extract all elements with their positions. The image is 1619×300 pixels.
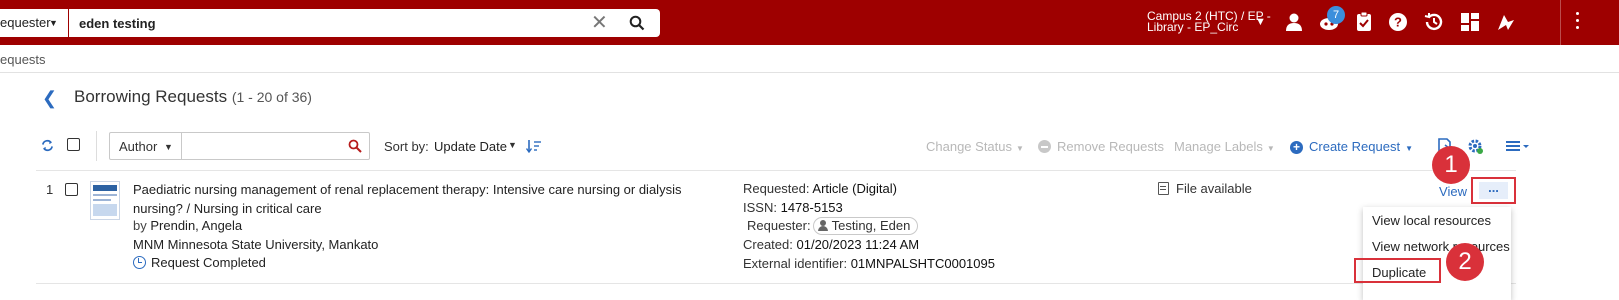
page-title: Borrowing Requests (1 - 20 of 36) [74, 87, 312, 107]
chevron-down-icon: ▼ [1016, 144, 1024, 153]
svg-text:?: ? [1394, 15, 1402, 30]
author-field-select[interactable]: Author ▼ [110, 133, 182, 159]
row-actions-menu: View local resources View network resour… [1363, 207, 1511, 300]
history-icon[interactable] [1423, 11, 1445, 33]
manage-labels-label: Manage Labels [1174, 139, 1263, 154]
institution: MNM Minnesota State University, Mankato [133, 237, 379, 252]
request-status-label: Request Completed [151, 255, 266, 270]
requested-label: Requested: [743, 181, 810, 196]
more-vertical-icon[interactable] [1576, 12, 1580, 34]
person-icon [817, 220, 828, 231]
request-title-link[interactable]: Paediatric nursing management of renal r… [133, 181, 723, 218]
row-checkbox[interactable] [65, 183, 78, 196]
sort-by-label: Sort by: [384, 139, 429, 154]
user-icon[interactable] [1283, 11, 1305, 33]
external-identifier: External identifier: 01MNPALSHTC0001095 [743, 256, 995, 271]
page-title-text: Borrowing Requests [74, 87, 228, 106]
issn: ISSN: 1478-5153 [743, 200, 843, 215]
divider [36, 283, 1516, 284]
divider [36, 170, 1516, 171]
search-input[interactable] [79, 9, 579, 37]
manage-labels-button[interactable]: Manage Labels ▼ [1174, 139, 1275, 154]
created-date: Created: 01/20/2023 11:24 AM [743, 237, 919, 252]
search-icon[interactable] [348, 139, 362, 153]
author-search-input[interactable] [184, 134, 344, 158]
author-line: by Prendin, Angela [133, 218, 242, 233]
chevron-down-icon: ▼ [164, 142, 173, 152]
requester-chip[interactable]: Testing, Eden [812, 217, 919, 235]
chevron-down-icon[interactable]: ▼ [508, 140, 517, 150]
divider [96, 131, 97, 161]
search-scope-label: equester [0, 15, 51, 30]
menu-item-view-network-resources[interactable]: View network resources [1372, 239, 1510, 254]
remove-requests-button[interactable]: Remove Requests [1038, 139, 1164, 154]
chevron-down-icon: ▼ [49, 18, 58, 28]
more-actions-button[interactable]: ... [1479, 181, 1508, 199]
chevron-down-icon: ▼ [1266, 144, 1275, 153]
created-value: 01/20/2023 11:24 AM [796, 237, 920, 252]
help-icon[interactable]: ? [1387, 11, 1409, 33]
file-status: File available [1158, 181, 1252, 196]
external-identifier-value: 01MNPALSHTC0001095 [850, 256, 995, 271]
request-status: Request Completed [133, 255, 266, 270]
external-identifier-label: External identifier: [743, 256, 848, 271]
minus-circle-icon [1038, 140, 1051, 153]
remove-requests-label: Remove Requests [1057, 139, 1164, 154]
chevron-down-icon: ▼ [1405, 144, 1413, 153]
file-icon [1158, 182, 1169, 195]
by-label: by [133, 218, 147, 233]
select-all-checkbox[interactable] [67, 138, 80, 151]
breadcrumb[interactable]: equests [0, 52, 46, 67]
settings-icon[interactable] [1467, 138, 1483, 154]
notification-badge: 7 [1327, 6, 1345, 24]
requester-label: Requester: [747, 218, 811, 233]
clock-icon [133, 256, 146, 269]
search-scope-select[interactable]: equester ▼ [0, 9, 68, 37]
requested-format: Requested: Article (Digital) [743, 181, 897, 196]
menu-item-view-local-resources[interactable]: View local resources [1372, 213, 1491, 228]
issn-label: ISSN: [743, 200, 777, 215]
top-bar: equester ▼ ✕ Campus 2 (HTC) / EP - Libra… [0, 0, 1619, 45]
list-view-icon[interactable] [1505, 138, 1530, 154]
search-box: ✕ [69, 9, 660, 37]
results-count: (1 - 20 of 36) [231, 89, 312, 105]
author-name: Prendin, Angela [150, 218, 243, 233]
back-arrow-icon[interactable]: ❮ [42, 88, 57, 109]
refresh-icon[interactable] [41, 139, 54, 152]
created-label: Created: [743, 237, 793, 252]
row-number: 1 [46, 182, 54, 197]
sort-direction-icon[interactable] [526, 139, 542, 153]
sort-field-select[interactable]: Update Date [434, 139, 507, 154]
clipboard-check-icon[interactable] [1353, 11, 1375, 33]
change-status-button[interactable]: Change Status ▼ [926, 139, 1024, 154]
create-request-button[interactable]: + Create Request ▼ [1290, 139, 1413, 154]
create-request-label: Create Request [1309, 139, 1401, 154]
author-filter: Author ▼ [109, 132, 370, 160]
issn-value: 1478-5153 [780, 200, 843, 215]
search-icon[interactable] [629, 15, 645, 31]
plus-circle-icon: + [1290, 141, 1303, 154]
file-status-label: File available [1176, 181, 1252, 196]
step-callout-1: 1 [1432, 146, 1470, 184]
more-actions-highlight: ... [1471, 177, 1516, 204]
requester-name: Testing, Eden [831, 218, 911, 233]
feedback-icon[interactable] [1495, 11, 1517, 33]
author-field-label: Author [119, 139, 158, 154]
requester: Requester: Testing, Eden [743, 217, 919, 235]
change-status-label: Change Status [926, 139, 1013, 154]
location-chevron-down-icon[interactable]: ▼ [1255, 16, 1266, 28]
divider [1560, 0, 1561, 45]
dashboard-icon[interactable] [1459, 11, 1481, 33]
duplicate-highlight [1354, 258, 1441, 283]
step-callout-2: 2 [1446, 243, 1484, 281]
requested-value: Article (Digital) [812, 181, 897, 196]
clear-icon[interactable]: ✕ [591, 12, 608, 34]
cover-thumbnail [90, 181, 120, 220]
